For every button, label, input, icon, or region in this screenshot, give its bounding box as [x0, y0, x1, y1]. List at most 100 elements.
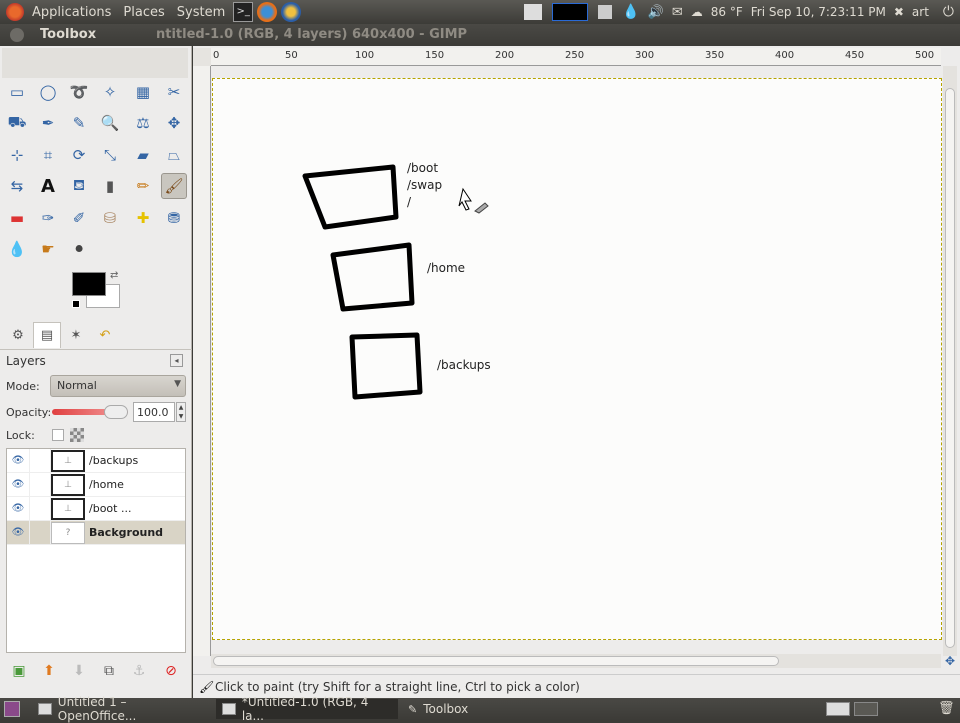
- trash-icon[interactable]: 🗑: [938, 701, 955, 716]
- scale-icon[interactable]: ⤡: [97, 142, 123, 168]
- color-picker-icon[interactable]: ✎: [66, 110, 92, 136]
- taskbar-item-gimp-image[interactable]: *Untitled-1.0 (RGB, 4 la...: [216, 695, 398, 723]
- screencast-icon[interactable]: [524, 4, 543, 20]
- swap-colors-icon[interactable]: ⇄: [110, 270, 118, 281]
- chain-slot[interactable]: [29, 496, 51, 521]
- delete-layer-icon[interactable]: ⊘: [160, 660, 182, 682]
- layer-row[interactable]: 👁 ? Background: [7, 520, 185, 545]
- perspective-clone-icon[interactable]: ⛃: [161, 205, 187, 231]
- flip-icon[interactable]: ⇆: [4, 173, 30, 199]
- opacity-slider-knob[interactable]: [104, 405, 128, 419]
- paintbrush-icon[interactable]: 🖌: [161, 173, 187, 199]
- airbrush-icon[interactable]: ✑: [35, 205, 61, 231]
- vertical-ruler[interactable]: [193, 66, 211, 656]
- paths-icon[interactable]: ✒: [35, 110, 61, 136]
- weather-text[interactable]: 86 °F: [711, 5, 743, 19]
- rotate-icon[interactable]: ⟳: [66, 142, 92, 168]
- eraser-icon[interactable]: ▬: [4, 205, 30, 231]
- wilber-drop-area[interactable]: [2, 48, 188, 78]
- duplicate-layer-icon[interactable]: ⧉: [98, 660, 120, 682]
- workspace-indicator[interactable]: [826, 702, 850, 716]
- scissors-icon[interactable]: ✂: [161, 79, 187, 105]
- layer-row[interactable]: 👁 ⊥ /backups: [7, 448, 185, 473]
- align-icon[interactable]: ⊹: [4, 142, 30, 168]
- foreground-select-icon[interactable]: ⛟: [4, 110, 30, 136]
- blur-icon[interactable]: 💧: [4, 236, 30, 262]
- layer-row[interactable]: 👁 ⊥ /home: [7, 472, 185, 497]
- thunderbird-icon[interactable]: [281, 2, 302, 22]
- mail-icon[interactable]: ✉: [672, 5, 683, 20]
- default-colors-icon[interactable]: [72, 300, 80, 308]
- undo-history-tab[interactable]: ↶: [91, 322, 119, 348]
- smudge-icon[interactable]: ☛: [35, 236, 61, 262]
- window-icon[interactable]: [598, 5, 613, 19]
- zoom-icon[interactable]: 🔍: [97, 110, 123, 136]
- measure-icon[interactable]: ⚖: [130, 110, 156, 136]
- new-layer-icon[interactable]: ▣: [8, 660, 30, 682]
- paths-tab[interactable]: ✶: [62, 322, 90, 348]
- chain-slot[interactable]: [29, 520, 51, 545]
- taskbar-item-toolbox[interactable]: ✎ Toolbox: [402, 699, 522, 719]
- ellipse-select-icon[interactable]: ◯: [35, 79, 61, 105]
- mode-dropdown[interactable]: Normal ▼: [50, 375, 186, 397]
- workspace-switcher[interactable]: [552, 3, 589, 21]
- navigate-icon[interactable]: ✥: [945, 654, 955, 668]
- show-desktop-icon[interactable]: [4, 701, 20, 717]
- eye-icon[interactable]: 👁: [7, 479, 29, 490]
- pencil-icon[interactable]: ✏: [130, 173, 156, 199]
- applications-menu[interactable]: Applications: [26, 5, 117, 20]
- terminal-icon[interactable]: >_: [233, 2, 254, 22]
- eye-icon[interactable]: 👁: [7, 503, 29, 514]
- opacity-spinner[interactable]: ▲ ▼: [176, 402, 186, 422]
- layer-row[interactable]: 👁 ⊥ /boot ...: [7, 496, 185, 521]
- lock-alpha-icon[interactable]: [70, 428, 84, 442]
- crop-icon[interactable]: ⌗: [35, 142, 61, 168]
- network-drop-icon[interactable]: 💧: [622, 4, 639, 20]
- raise-layer-icon[interactable]: ⬆: [38, 660, 60, 682]
- rect-select-icon[interactable]: ▭: [4, 79, 30, 105]
- bucket-fill-icon[interactable]: ⛾: [66, 173, 92, 199]
- foreground-color[interactable]: [72, 272, 106, 296]
- opacity-input[interactable]: 100.0: [133, 402, 175, 422]
- chain-slot[interactable]: [29, 472, 51, 497]
- volume-icon[interactable]: 🔊: [648, 5, 664, 20]
- tool-options-tab[interactable]: ⚙: [4, 322, 32, 348]
- ruler-corner[interactable]: [193, 48, 211, 66]
- shear-icon[interactable]: ▰: [130, 142, 156, 168]
- taskbar-item-openoffice[interactable]: Untitled 1 – OpenOffice...: [32, 695, 212, 723]
- dodge-burn-icon[interactable]: ⚫: [66, 236, 92, 262]
- lock-pixels-checkbox[interactable]: [52, 429, 64, 441]
- places-menu[interactable]: Places: [117, 5, 170, 20]
- heal-icon[interactable]: ✚: [130, 205, 156, 231]
- clock[interactable]: Fri Sep 10, 7:23:11 PM: [751, 5, 886, 19]
- anchor-layer-icon[interactable]: ⚓: [128, 660, 150, 682]
- chain-slot[interactable]: [29, 448, 51, 473]
- horizontal-scroll-thumb[interactable]: [213, 656, 779, 666]
- horizontal-scrollbar[interactable]: [211, 654, 941, 668]
- vertical-scroll-thumb[interactable]: [945, 88, 955, 648]
- canvas[interactable]: /boot /swap / /home /backups: [212, 78, 942, 640]
- layers-tab[interactable]: ▤: [33, 322, 61, 348]
- blend-icon[interactable]: ▮: [97, 173, 123, 199]
- window-titlebar[interactable]: Toolbox ntitled-1.0 (RGB, 4 layers) 640x…: [0, 24, 960, 46]
- move-icon[interactable]: ✥: [161, 110, 187, 136]
- ink-icon[interactable]: ✐: [66, 205, 92, 231]
- text-tool-icon[interactable]: A: [35, 173, 61, 199]
- dock-menu-arrow-icon[interactable]: ◂: [170, 354, 183, 367]
- horizontal-ruler[interactable]: 0 50 100 150 200 250 300 350 400 450 500: [211, 48, 941, 66]
- free-select-icon[interactable]: ➰: [66, 79, 92, 105]
- power-icon[interactable]: ⏻: [943, 4, 954, 20]
- fuzzy-select-icon[interactable]: ✧: [97, 79, 123, 105]
- vertical-scrollbar[interactable]: [943, 66, 957, 656]
- select-by-color-icon[interactable]: ▦: [130, 79, 156, 105]
- lower-layer-icon[interactable]: ⬇: [68, 660, 90, 682]
- ubuntu-logo-icon[interactable]: [6, 3, 24, 21]
- eye-icon[interactable]: 👁: [7, 455, 29, 466]
- perspective-icon[interactable]: ⏢: [161, 142, 187, 168]
- firefox-icon[interactable]: [257, 2, 278, 22]
- user-name[interactable]: art: [912, 5, 929, 19]
- close-icon[interactable]: [10, 28, 24, 42]
- clone-icon[interactable]: ⛁: [97, 205, 123, 231]
- workspace-indicator-2[interactable]: [854, 702, 878, 716]
- system-menu[interactable]: System: [171, 5, 231, 20]
